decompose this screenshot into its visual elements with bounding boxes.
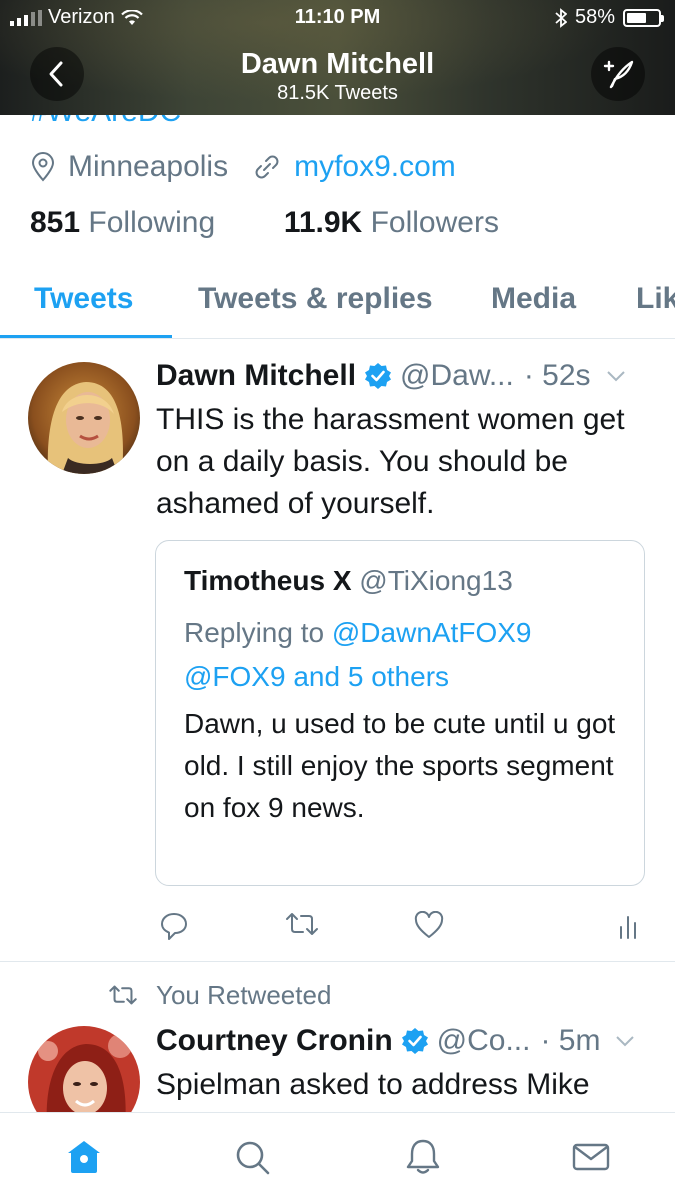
heart-icon [414, 910, 444, 938]
retweet-icon [109, 985, 137, 1005]
profile-tabs: Tweets Tweets & replies Media Lik [0, 270, 675, 339]
battery-percent: 58% [574, 6, 615, 28]
profile-counts: 851 Following 11.9K Followers [30, 206, 499, 240]
quoted-author-name: Timotheus X [184, 565, 352, 596]
bottom-tab-bar [0, 1112, 675, 1201]
avatar[interactable] [28, 1026, 140, 1112]
quoted-tweet-header: Timotheus X @TiXiong13 [184, 565, 513, 597]
like-button[interactable] [414, 910, 444, 944]
search-icon [236, 1141, 270, 1175]
home-icon [68, 1141, 100, 1173]
tweet[interactable]: Dawn Mitchell @Daw... · 52s THIS is the … [0, 339, 675, 962]
following-label: Following [88, 206, 216, 239]
tweet-author-name[interactable]: Dawn Mitchell [156, 359, 356, 393]
status-bar: Verizon 11:10 PM 58% [0, 0, 675, 36]
status-right: 58% [555, 6, 664, 29]
profile-bio-hashtag[interactable]: #WeAreDC [0, 115, 675, 128]
tweet-actions [156, 910, 646, 951]
header-tweet-count: 81.5K Tweets [277, 82, 398, 104]
active-tab-indicator [0, 335, 172, 338]
retweet-button[interactable] [285, 911, 319, 942]
retweet-context-label: You Retweeted [156, 980, 332, 1010]
verified-badge-icon [365, 363, 392, 389]
tab-likes[interactable]: Lik [636, 282, 675, 316]
quoted-tweet[interactable]: Timotheus X @TiXiong13 Replying to @Dawn… [155, 540, 645, 886]
tweet-author-handle[interactable]: @Co... [437, 1024, 531, 1058]
chevron-down-icon[interactable] [605, 369, 627, 383]
tab-media[interactable]: Media [491, 282, 576, 316]
following-count: 851 [30, 206, 81, 239]
tab-tweets-replies[interactable]: Tweets & replies [198, 282, 433, 316]
followers-label: Followers [370, 206, 499, 239]
battery-icon [623, 8, 664, 27]
quoted-author-handle: @TiXiong13 [359, 565, 513, 596]
bluetooth-icon [555, 7, 567, 28]
reply-mention[interactable]: @FOX9 [184, 661, 286, 692]
tweet-author-name[interactable]: Courtney Cronin [156, 1024, 393, 1058]
verified-badge-icon [401, 1028, 428, 1054]
tweet-header: Courtney Cronin @Co... · 5m [156, 1024, 636, 1058]
replying-to-label: Replying to [184, 617, 325, 648]
reply-icon [161, 913, 187, 940]
tweet-header: Dawn Mitchell @Daw... · 52s [156, 359, 627, 393]
tweet-author-handle[interactable]: @Daw... [400, 359, 514, 393]
following-stat[interactable]: 851 Following [30, 206, 215, 239]
avatar[interactable] [28, 362, 140, 474]
tweet-timestamp: · 5m [540, 1024, 601, 1057]
nav-search[interactable] [230, 1135, 274, 1179]
reply-others[interactable]: and 5 others [293, 661, 449, 692]
tweet[interactable]: You Retweeted Courtney Cronin @Co... · 5… [0, 962, 675, 1112]
reply-mention[interactable]: @DawnAtFOX9 [332, 617, 532, 648]
profile-header-banner: Verizon 11:10 PM 58% Dawn Mitchell 81.5K… [0, 0, 675, 115]
nav-messages[interactable] [569, 1135, 613, 1179]
profile-location: Minneapolis [68, 150, 229, 183]
replying-to: Replying to @DawnAtFOX9 @FOX9 and 5 othe… [184, 611, 531, 699]
header-title: Dawn Mitchell [240, 48, 435, 80]
profile-website-link[interactable]: myfox9.com [294, 150, 456, 184]
tweet-timestamp: · 52s [523, 359, 591, 392]
analytics-button[interactable] [618, 911, 638, 944]
compose-tweet-button[interactable] [591, 47, 645, 101]
chevron-down-icon[interactable] [614, 1034, 636, 1048]
profile-meta: Minneapolis myfox9.com [30, 150, 456, 184]
analytics-icon [620, 916, 636, 939]
tweet-text: Spielman asked to address Mike [156, 1068, 590, 1101]
location-pin-icon [31, 152, 55, 182]
tab-tweets[interactable]: Tweets [34, 282, 133, 316]
nav-home[interactable] [62, 1135, 106, 1179]
retweet-icon [286, 913, 318, 935]
notifications-bell-icon [406, 1139, 440, 1174]
messages-envelope-icon [572, 1143, 610, 1171]
reply-button[interactable] [160, 911, 188, 946]
link-icon [255, 155, 279, 179]
quoted-tweet-text: Dawn, u used to be cute until u got old.… [184, 708, 616, 823]
compose-tweet-icon [603, 60, 634, 89]
followers-stat[interactable]: 11.9K Followers [284, 206, 499, 239]
tweet-text: THIS is the harassment women get on a da… [156, 403, 625, 520]
followers-count: 11.9K [283, 206, 363, 239]
nav-notifications[interactable] [401, 1135, 445, 1179]
